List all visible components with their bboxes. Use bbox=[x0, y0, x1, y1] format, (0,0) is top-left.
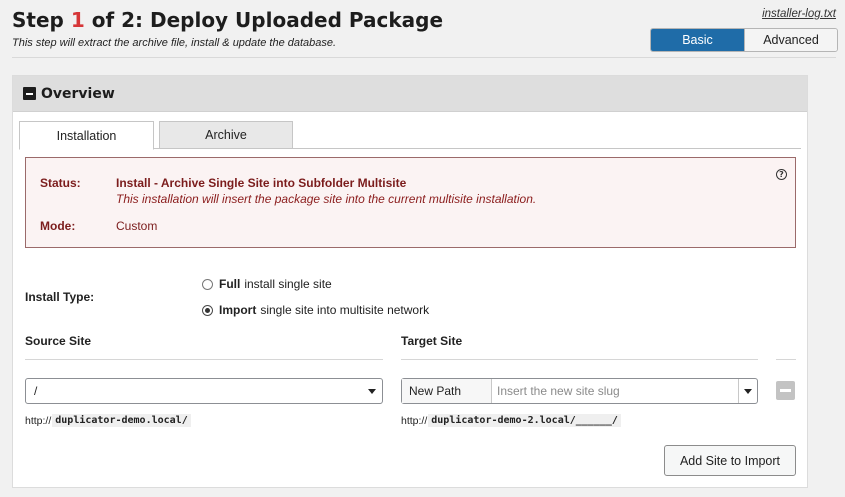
target-site-field: New Path bbox=[401, 378, 758, 404]
source-divider bbox=[25, 359, 383, 360]
overview-tabs: Installation Archive bbox=[19, 121, 801, 150]
target-site-header: Target Site bbox=[401, 334, 463, 348]
status-label: Status: bbox=[40, 176, 81, 190]
source-site-header: Source Site bbox=[25, 334, 92, 348]
mode-toggle: Basic Advanced bbox=[650, 28, 838, 52]
header-divider bbox=[12, 57, 836, 58]
remove-site-minus-icon[interactable] bbox=[776, 381, 795, 400]
new-site-slug-input[interactable] bbox=[492, 379, 738, 403]
step-current-number: 1 bbox=[70, 8, 85, 32]
overview-panel: Overview Installation Archive Status: In… bbox=[12, 75, 808, 488]
mode-value: Custom bbox=[116, 219, 158, 233]
radio-import-site[interactable]: Import single site into multisite network bbox=[202, 303, 429, 317]
overview-panel-header[interactable]: Overview bbox=[13, 76, 807, 112]
radio-full-install[interactable]: Full install single site bbox=[202, 277, 332, 291]
page-title: Step 1 of 2: Deploy Uploaded Package bbox=[12, 8, 444, 32]
install-type-label: Install Type: bbox=[25, 290, 95, 304]
chevron-down-icon bbox=[744, 389, 752, 394]
installer-log-link[interactable]: installer-log.txt bbox=[762, 8, 836, 20]
overview-title: Overview bbox=[41, 85, 115, 102]
radio-full-input[interactable] bbox=[202, 278, 213, 290]
action-divider bbox=[776, 359, 796, 360]
tab-installation[interactable]: Installation bbox=[19, 121, 154, 150]
target-divider bbox=[401, 359, 758, 360]
collapse-minus-icon[interactable] bbox=[23, 87, 36, 100]
target-dropdown-toggle[interactable] bbox=[738, 379, 757, 403]
mode-label: Mode: bbox=[40, 219, 76, 233]
status-box: Status: Install - Archive Single Site in… bbox=[25, 157, 796, 248]
basic-mode-button[interactable]: Basic bbox=[651, 29, 744, 51]
target-type-label: New Path bbox=[402, 379, 492, 403]
radio-import-input[interactable] bbox=[202, 304, 213, 316]
target-site-url: http://duplicator-demo-2.local/______/ bbox=[401, 414, 621, 427]
question-circle-icon[interactable]: ? bbox=[776, 169, 787, 180]
chevron-down-icon bbox=[368, 389, 376, 394]
source-site-select[interactable]: / bbox=[25, 378, 383, 404]
source-site-url: http://duplicator-demo.local/ bbox=[25, 414, 191, 427]
status-note: This installation will insert the packag… bbox=[116, 192, 537, 206]
tab-archive[interactable]: Archive bbox=[159, 121, 293, 149]
add-site-to-import-button[interactable]: Add Site to Import bbox=[664, 445, 796, 476]
advanced-mode-button[interactable]: Advanced bbox=[744, 29, 837, 51]
status-value: Install - Archive Single Site into Subfo… bbox=[116, 176, 407, 190]
page-subtitle: This step will extract the archive file,… bbox=[12, 37, 337, 49]
